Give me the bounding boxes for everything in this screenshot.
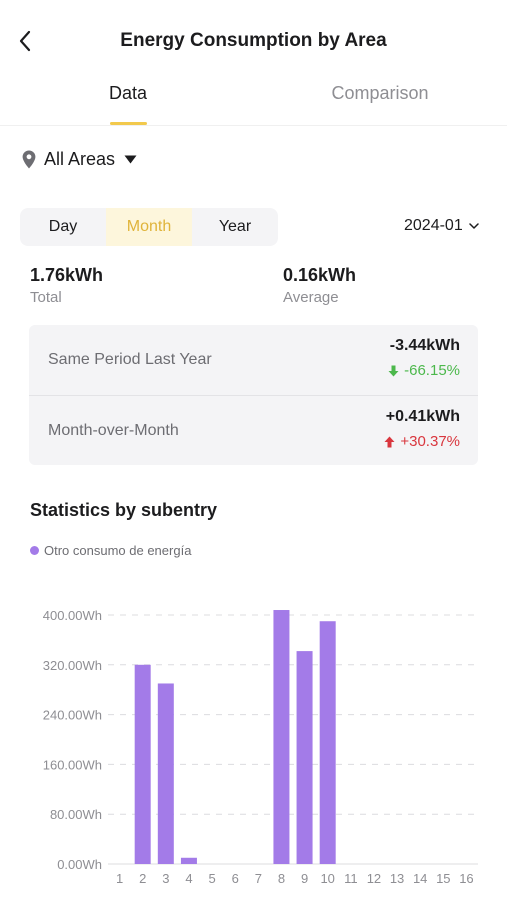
legend-swatch <box>30 546 39 555</box>
total-label: Total <box>30 289 62 306</box>
y-tick-label: 400.00Wh <box>43 608 102 623</box>
page-title: Energy Consumption by Area <box>120 30 387 51</box>
x-tick-label: 3 <box>162 871 169 886</box>
comparison-percent: +30.37% <box>384 433 460 450</box>
bar-10 <box>319 621 336 864</box>
comparison-amount: +0.41kWh <box>385 408 460 425</box>
x-tick-label: 14 <box>413 871 427 886</box>
y-tick-label: 80.00Wh <box>50 807 102 822</box>
bar-4 <box>180 857 197 864</box>
location-pin-icon <box>22 150 36 168</box>
statistics-title: Statistics by subentry <box>30 500 218 520</box>
y-tick-label: 320.00Wh <box>43 658 102 673</box>
total-value: 1.76kWh <box>30 265 104 285</box>
x-tick-label: 1 <box>116 871 123 886</box>
chart-legend: Otro consumo de energía <box>30 543 191 558</box>
legend-label: Otro consumo de energía <box>44 543 192 558</box>
y-tick-label: 160.00Wh <box>43 757 102 772</box>
arrow-up-icon <box>384 436 395 447</box>
comparison-row-last-year: Same Period Last Year -3.44kWh -66.15% <box>29 325 478 395</box>
bar-8 <box>273 610 290 864</box>
average-value: 0.16kWh <box>283 265 357 285</box>
total-stat: 1.76kWh Total <box>30 265 103 306</box>
x-tick-label: 15 <box>436 871 450 886</box>
x-tick-label: 16 <box>459 871 473 886</box>
x-tick-label: 2 <box>139 871 146 886</box>
date-picker-value: 2024-01 <box>404 217 463 234</box>
x-tick-label: 8 <box>278 871 285 886</box>
tab-bar: Data Comparison <box>0 80 507 126</box>
comparison-percent-value: -66.15% <box>404 362 460 379</box>
x-tick-label: 4 <box>185 871 192 886</box>
comparison-label: Month-over-Month <box>48 422 179 439</box>
comparison-percent-value: +30.37% <box>400 433 460 450</box>
area-filter-label: All Areas <box>44 148 116 169</box>
y-tick-label: 0.00Wh <box>57 857 102 872</box>
header: Energy Consumption by Area <box>0 0 507 80</box>
x-tick-label: 12 <box>367 871 381 886</box>
bar-9 <box>296 651 313 864</box>
x-tick-label: 7 <box>255 871 262 886</box>
arrow-down-icon <box>388 365 399 376</box>
bar-2 <box>134 664 151 864</box>
tabs-divider <box>0 125 507 126</box>
period-selector: Day Month Year <box>20 208 278 246</box>
average-stat: 0.16kWh Average <box>283 265 356 306</box>
y-tick-label: 240.00Wh <box>43 708 102 723</box>
period-year-button[interactable]: Year <box>192 208 278 246</box>
period-day-button[interactable]: Day <box>20 208 106 246</box>
date-picker[interactable]: 2024-01 <box>404 217 479 235</box>
tab-comparison[interactable]: Comparison <box>310 83 450 104</box>
comparison-row-month-over-month: Month-over-Month +0.41kWh +30.37% <box>29 395 478 465</box>
x-tick-label: 11 <box>344 871 358 886</box>
x-tick-label: 13 <box>390 871 404 886</box>
x-tick-label: 10 <box>320 871 334 886</box>
average-label: Average <box>283 289 339 306</box>
caret-down-icon <box>124 155 137 163</box>
chevron-down-icon <box>468 222 479 229</box>
bar-3 <box>157 683 174 864</box>
period-month-button[interactable]: Month <box>106 208 192 246</box>
comparison-label: Same Period Last Year <box>48 351 212 368</box>
x-tick-label: 5 <box>208 871 215 886</box>
comparison-amount: -3.44kWh <box>389 337 460 354</box>
comparison-percent: -66.15% <box>388 362 460 379</box>
x-tick-label: 6 <box>232 871 239 886</box>
tab-data[interactable]: Data <box>88 83 168 104</box>
bar-chart: 0.00Wh 80.00Wh 160.00Wh 240.00Wh 320.00Wh 400… <box>43 608 478 886</box>
area-filter-dropdown[interactable]: All Areas <box>22 146 137 172</box>
x-tick-label: 9 <box>301 871 308 886</box>
comparison-card: Same Period Last Year -3.44kWh -66.15% M… <box>29 325 478 465</box>
